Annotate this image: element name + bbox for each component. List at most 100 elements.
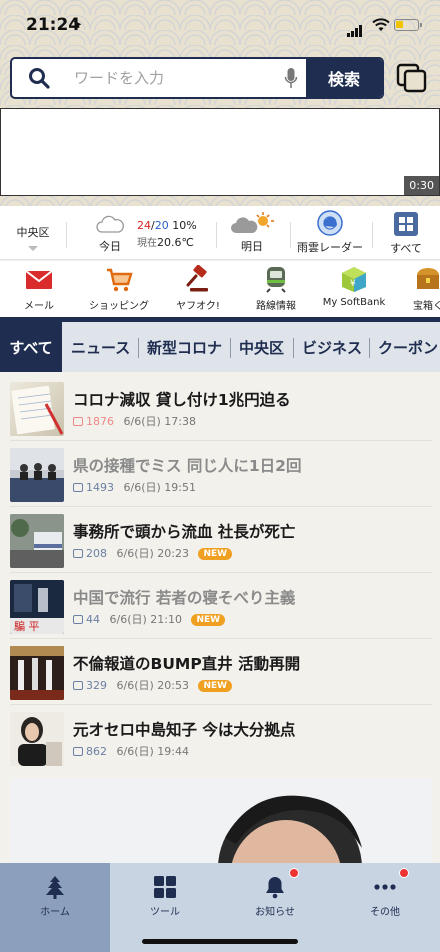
portrait-image (10, 712, 64, 766)
news-thumbnail (10, 712, 64, 766)
news-item[interactable]: 県の接種でミス 同じ人に1日2回 1493 6/6(日) 19:51 (0, 440, 440, 506)
news-date: 6/6(日) 20:23 (116, 547, 189, 560)
divider (372, 222, 373, 248)
service-auction[interactable]: ヤフオク! (170, 265, 226, 315)
news-thumbnail (10, 448, 64, 502)
ad-timer: 0:30 (404, 176, 439, 195)
status-bar: 21:24 ➤ (0, 12, 440, 38)
divider (290, 222, 291, 248)
tab-business[interactable]: ビジネス (294, 322, 370, 372)
street-scene-image (10, 514, 64, 568)
search-input[interactable] (74, 59, 274, 97)
notification-badge (289, 868, 299, 878)
news-thumbnail (10, 514, 64, 568)
comment-count: 1493 (86, 481, 114, 494)
weather-today[interactable]: 今日 (90, 206, 130, 260)
services-row: メール ショッピング ヤフオク! 路線情報 ¥ My SoftBank 宝箱く (0, 261, 440, 317)
press-conference-image (10, 448, 64, 502)
new-badge: NEW (191, 614, 226, 626)
comment-icon (73, 549, 83, 558)
news-item[interactable]: 不倫報道のBUMP直井 活動再開 329 6/6(日) 20:53 NEW (0, 638, 440, 704)
current-temp-row: 現在20.6℃ (137, 234, 197, 249)
news-item[interactable]: 事務所で頭から流血 社長が死亡 208 6/6(日) 20:23 NEW (0, 506, 440, 572)
news-title: 中国で流行 若者の寝そべり主義 (73, 589, 296, 607)
weather-all-button[interactable]: すべて (380, 206, 432, 260)
cloud-sun-icon (231, 212, 274, 233)
news-meta: 208 6/6(日) 20:23 NEW (73, 545, 233, 561)
service-mail[interactable]: メール (14, 265, 64, 315)
wifi-icon (372, 18, 390, 31)
news-title: コロナ減収 貸し付け1兆円迫る (73, 391, 291, 409)
precip-chance: 10% (172, 219, 197, 232)
news-item[interactable]: 騙 平 中国で流行 若者の寝そべり主義 44 6/6(日) 21:10 NEW (0, 572, 440, 638)
nav-more[interactable]: その他 (330, 863, 440, 952)
weather-tomorrow[interactable]: 明日 (226, 206, 278, 260)
service-label: 宝箱く (413, 301, 440, 312)
weather-row: 中央区 今日 24/20 10% 現在20.6℃ 明日 雨雲レーダー すべて (0, 206, 440, 260)
news-meta: 1493 6/6(日) 19:51 (73, 479, 196, 495)
tab-all[interactable]: すべて (0, 322, 62, 372)
news-thumbnail (10, 382, 64, 436)
tab-news[interactable]: ニュース (63, 322, 138, 372)
softbank-icon: ¥ (342, 267, 366, 292)
today-label: 今日 (99, 240, 121, 253)
comment-count: 862 (86, 745, 107, 758)
caret-down-icon (28, 246, 38, 251)
service-shopping[interactable]: ショッピング (84, 265, 154, 315)
news-item[interactable]: 元オセロ中島知子 今は大分拠点 862 6/6(日) 19:44 (0, 704, 440, 770)
news-title: 元オセロ中島知子 今は大分拠点 (73, 721, 296, 739)
service-label: 路線情報 (256, 301, 296, 312)
comment-icon (73, 417, 83, 426)
news-date: 6/6(日) 19:44 (116, 745, 189, 758)
notebook-image (11, 385, 64, 435)
service-treasure[interactable]: 宝箱く (408, 265, 440, 315)
today-high: 24 (137, 219, 151, 232)
rain-radar-button[interactable]: 雨雲レーダー (296, 206, 364, 260)
tab-chuo[interactable]: 中央区 (231, 322, 292, 372)
tv-screen-image: 騙 平 (10, 580, 64, 634)
news-date: 6/6(日) 20:53 (116, 679, 189, 692)
more-icon (374, 884, 396, 890)
search-button[interactable]: 検索 (306, 59, 382, 97)
service-transit[interactable]: 路線情報 (251, 265, 301, 315)
news-date: 6/6(日) 17:38 (123, 415, 196, 428)
battery-level (396, 21, 403, 28)
new-badge: NEW (198, 548, 233, 560)
service-mysoftbank[interactable]: ¥ My SoftBank (318, 265, 390, 315)
search-box[interactable]: 検索 (10, 57, 384, 99)
news-thumbnail: 騙 平 (10, 580, 64, 634)
featured-photo[interactable] (10, 778, 432, 868)
signal-icon (347, 18, 363, 37)
tabs-icon[interactable] (396, 63, 428, 93)
current-label: 現在 (137, 238, 157, 249)
all-label: すべて (390, 242, 422, 255)
person-photo-image (10, 778, 432, 868)
nav-home[interactable]: ホーム (0, 863, 110, 952)
cloud-icon (96, 215, 124, 233)
tab-coupon[interactable]: クーポン (370, 322, 440, 372)
new-badge: NEW (198, 680, 233, 692)
microphone-icon[interactable] (284, 67, 298, 91)
home-indicator (142, 939, 298, 944)
radar-label: 雨雲レーダー (297, 241, 363, 254)
nav-label: お知らせ (255, 907, 295, 918)
nav-label: ツール (150, 907, 180, 918)
news-item[interactable]: コロナ減収 貸し付け1兆円迫る 1876 6/6(日) 17:38 (0, 374, 440, 440)
header: 21:24 ➤ 検索 0:30 (0, 0, 440, 206)
notification-badge (399, 868, 409, 878)
thumbnail-caption: 騙 平 (14, 619, 40, 633)
divider (216, 222, 217, 248)
service-label: メール (24, 301, 54, 312)
ad-banner[interactable]: 0:30 (0, 108, 440, 196)
nav-label: ホーム (40, 907, 70, 918)
comment-count: 329 (86, 679, 107, 692)
stage-image (10, 646, 64, 700)
grid-icon (394, 212, 418, 236)
tab-covid[interactable]: 新型コロナ (139, 322, 230, 372)
treasure-icon (417, 268, 439, 289)
today-low: 20 (154, 219, 169, 232)
news-meta: 329 6/6(日) 20:53 NEW (73, 677, 233, 693)
service-label: ショッピング (89, 301, 149, 312)
comment-icon (73, 615, 83, 624)
news-title: 不倫報道のBUMP直井 活動再開 (73, 655, 301, 673)
